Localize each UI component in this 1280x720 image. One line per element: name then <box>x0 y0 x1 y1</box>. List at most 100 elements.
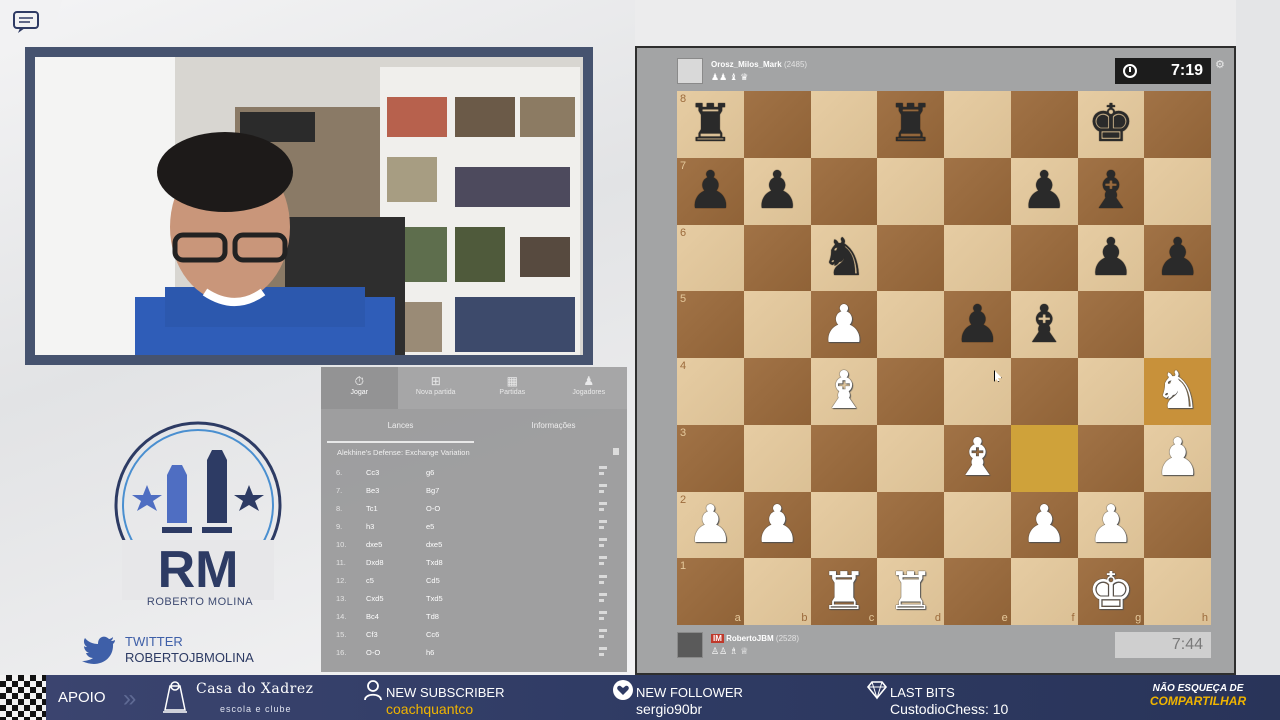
black-move[interactable]: g6 <box>426 468 486 477</box>
black-pawn-icon[interactable]: ♟ <box>944 291 1011 358</box>
square-g2[interactable]: ♟ <box>1077 491 1145 559</box>
move-row[interactable]: 6. Cc3 g6 <box>321 463 627 481</box>
tab-partidas[interactable]: ▦ Partidas <box>474 367 551 409</box>
square-a5[interactable]: 5 <box>677 291 744 358</box>
square-h1[interactable]: h <box>1144 558 1211 625</box>
square-g6[interactable]: ♟ <box>1077 224 1145 292</box>
white-bishop-icon[interactable]: ♝ <box>811 358 878 425</box>
square-a7[interactable]: 7 ♟ <box>677 157 744 225</box>
square-f4[interactable] <box>1010 358 1078 425</box>
square-e3[interactable]: ♝ <box>944 424 1011 492</box>
square-a8[interactable]: 8 ♜ <box>677 91 744 158</box>
black-move[interactable]: Txd5 <box>426 594 486 603</box>
move-row[interactable]: 16. O-O h6 <box>321 644 627 662</box>
square-h7[interactable] <box>1144 157 1211 225</box>
white-pawn-icon[interactable]: ♟ <box>677 492 744 559</box>
tab-jogadores[interactable]: ♟ Jogadores <box>551 367 628 409</box>
square-g5[interactable] <box>1077 291 1145 358</box>
black-king-icon[interactable]: ♚ <box>1078 91 1145 158</box>
square-d5[interactable] <box>877 291 944 358</box>
white-move[interactable]: dxe5 <box>366 540 426 549</box>
subtab-informacoes[interactable]: Informações <box>480 409 627 443</box>
white-move[interactable]: Tc1 <box>366 504 426 513</box>
square-f2[interactable]: ♟ <box>1010 491 1078 559</box>
black-bishop-icon[interactable]: ♝ <box>1078 158 1145 225</box>
square-h5[interactable] <box>1144 291 1211 358</box>
square-b2[interactable]: ♟ <box>743 491 811 559</box>
square-h4[interactable]: ♞ <box>1144 358 1211 425</box>
move-row[interactable]: 12. c5 Cd5 <box>321 572 627 590</box>
black-rook-icon[interactable]: ♜ <box>877 91 944 158</box>
white-rook-icon[interactable]: ♜ <box>877 558 944 625</box>
square-e5[interactable]: ♟ <box>944 291 1011 358</box>
square-c6[interactable]: ♞ <box>810 224 878 292</box>
square-b4[interactable] <box>743 358 811 425</box>
top-player-name[interactable]: Orosz_Milos_Mark <box>711 60 782 69</box>
square-e1[interactable]: e <box>944 558 1011 625</box>
black-move[interactable]: Txd8 <box>426 558 486 567</box>
square-c5[interactable]: ♟ <box>810 291 878 358</box>
black-move[interactable]: Bg7 <box>426 486 486 495</box>
square-d1[interactable]: d ♜ <box>877 558 944 625</box>
square-e6[interactable] <box>944 224 1011 292</box>
square-b3[interactable] <box>743 424 811 492</box>
square-c4[interactable]: ♝ <box>810 358 878 425</box>
square-h2[interactable] <box>1144 491 1211 559</box>
square-d3[interactable] <box>877 424 944 492</box>
move-row[interactable]: 14. Bc4 Td8 <box>321 608 627 626</box>
square-h8[interactable] <box>1144 91 1211 158</box>
black-move[interactable]: Cc6 <box>426 630 486 639</box>
square-h6[interactable]: ♟ <box>1144 224 1211 292</box>
move-row[interactable]: 11. Dxd8 Txd8 <box>321 553 627 571</box>
move-row[interactable]: 8. Tc1 O-O <box>321 499 627 517</box>
white-move[interactable]: Bc4 <box>366 612 426 621</box>
square-e4[interactable] <box>944 358 1011 425</box>
square-f8[interactable] <box>1010 91 1078 158</box>
black-move[interactable]: h6 <box>426 648 486 657</box>
square-g8[interactable]: ♚ <box>1077 91 1145 158</box>
tab-jogar[interactable]: ⏱ Jogar <box>321 367 398 409</box>
white-rook-icon[interactable]: ♜ <box>811 558 878 625</box>
white-pawn-icon[interactable]: ♟ <box>1078 492 1145 559</box>
square-a6[interactable]: 6 <box>677 224 744 292</box>
square-e8[interactable] <box>944 91 1011 158</box>
square-d8[interactable]: ♜ <box>877 91 944 158</box>
subtab-lances[interactable]: Lances <box>327 409 474 443</box>
gear-icon[interactable]: ⚙ <box>1215 58 1225 71</box>
white-move[interactable]: c5 <box>366 576 426 585</box>
square-d6[interactable] <box>877 224 944 292</box>
white-move[interactable]: Cf3 <box>366 630 426 639</box>
sponsor-block[interactable]: Casa do Xadrez escola e clube <box>160 677 346 718</box>
square-c8[interactable] <box>810 91 878 158</box>
black-pawn-icon[interactable]: ♟ <box>744 158 811 225</box>
square-f5[interactable]: ♝ <box>1010 291 1078 358</box>
square-c1[interactable]: c ♜ <box>810 558 878 625</box>
black-move[interactable]: Cd5 <box>426 576 486 585</box>
black-pawn-icon[interactable]: ♟ <box>1144 225 1211 292</box>
square-c2[interactable] <box>810 491 878 559</box>
black-pawn-icon[interactable]: ♟ <box>1011 158 1078 225</box>
white-king-icon[interactable]: ♚ <box>1078 558 1145 625</box>
black-pawn-icon[interactable]: ♟ <box>1078 225 1145 292</box>
chess-board[interactable]: 8 ♜ ♜ ♚ 7 ♟ ♟ ♟ ♝ 6 ♞ ♟ ♟ 5 ♟ ♟ ♝ 4 ♝ ♞ 3 ♝ ♟ 2 ♟ ♟ ♟ ♟ 1 a b c ♜ d ♜ e f g ♚ h <box>677 91 1211 625</box>
square-b7[interactable]: ♟ <box>743 157 811 225</box>
square-c3[interactable] <box>810 424 878 492</box>
square-h3[interactable]: ♟ <box>1144 424 1211 492</box>
white-move[interactable]: O-O <box>366 648 426 657</box>
black-move[interactable]: dxe5 <box>426 540 486 549</box>
tab-nova-partida[interactable]: ⊞ Nova partida <box>398 367 475 409</box>
square-a3[interactable]: 3 <box>677 424 744 492</box>
square-d2[interactable] <box>877 491 944 559</box>
square-f6[interactable] <box>1010 224 1078 292</box>
black-bishop-icon[interactable]: ♝ <box>1011 291 1078 358</box>
square-d7[interactable] <box>877 157 944 225</box>
square-a1[interactable]: 1a <box>677 558 744 625</box>
black-move[interactable]: e5 <box>426 522 486 531</box>
square-g4[interactable] <box>1077 358 1145 425</box>
square-b8[interactable] <box>743 91 811 158</box>
white-pawn-icon[interactable]: ♟ <box>1011 492 1078 559</box>
move-row[interactable]: 15. Cf3 Cc6 <box>321 626 627 644</box>
white-bishop-icon[interactable]: ♝ <box>944 425 1011 492</box>
white-move[interactable]: Be3 <box>366 486 426 495</box>
square-e2[interactable] <box>944 491 1011 559</box>
